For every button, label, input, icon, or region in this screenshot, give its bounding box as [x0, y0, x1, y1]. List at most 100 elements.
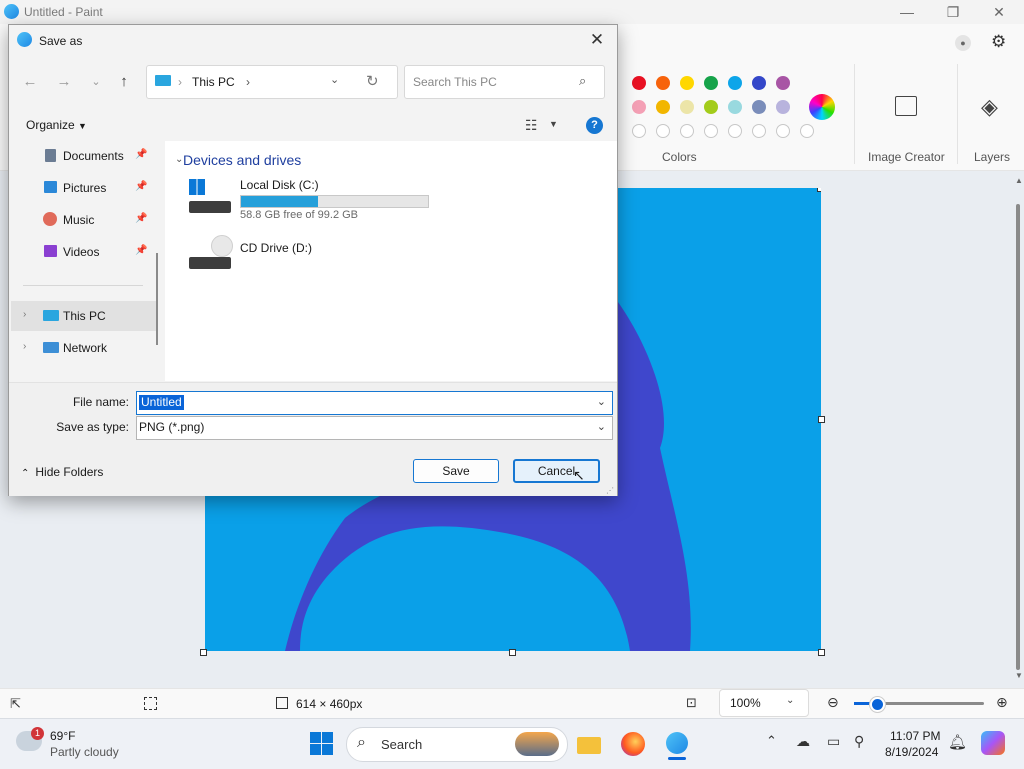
view-options-icon[interactable]: ☷ — [525, 117, 538, 134]
weather-desc[interactable]: Partly cloudy — [50, 745, 119, 759]
address-location[interactable]: This PC — [192, 75, 235, 89]
layers-label[interactable]: Layers — [974, 150, 1010, 164]
expand-chevron-icon[interactable]: › — [23, 309, 26, 320]
address-separator: › — [178, 75, 182, 89]
zoom-slider-thumb[interactable] — [870, 697, 885, 712]
nav-item-documents[interactable]: Documents 📌 — [11, 141, 149, 171]
drive-c-item[interactable] — [187, 177, 231, 215]
resize-handle[interactable] — [817, 188, 821, 192]
help-icon[interactable]: ? — [586, 117, 603, 134]
dialog-close-button[interactable]: ✕ — [583, 27, 611, 53]
copilot-icon[interactable] — [981, 731, 1005, 755]
color-swatch[interactable] — [632, 100, 646, 114]
color-swatch[interactable] — [704, 100, 718, 114]
resize-handle[interactable] — [509, 649, 516, 656]
drive-d-item[interactable] — [187, 233, 233, 269]
color-swatch[interactable] — [728, 100, 742, 114]
taskbar-search-box[interactable]: ⌕ Search — [346, 727, 568, 762]
color-swatch[interactable] — [776, 100, 790, 114]
dialog-command-bar: Organize ▼ ☷ ▼ ? — [9, 113, 617, 139]
search-box[interactable]: Search This PC ⌕ — [404, 65, 605, 99]
cancel-button[interactable]: Cancel — [513, 459, 600, 483]
color-swatch[interactable] — [704, 76, 718, 90]
hide-folders-button[interactable]: ⌃ Hide Folders — [21, 465, 103, 479]
color-swatch[interactable] — [656, 100, 670, 114]
color-swatch[interactable] — [632, 124, 646, 138]
color-swatch[interactable] — [632, 76, 646, 90]
scrollbar-thumb[interactable] — [1016, 204, 1020, 670]
canvas-vertical-scrollbar[interactable]: ▲ ▼ — [1013, 176, 1023, 681]
network-status-icon[interactable]: ⚲ — [854, 733, 864, 750]
resize-handle[interactable] — [818, 649, 825, 656]
image-creator-label[interactable]: Image Creator — [868, 150, 945, 164]
show-hidden-icons-chevron-icon[interactable]: ⌃ — [766, 733, 777, 749]
up-arrow-icon[interactable]: ↑ — [113, 73, 135, 93]
resize-handle[interactable] — [200, 649, 207, 656]
address-history-chevron-icon[interactable]: ⌄ — [330, 73, 339, 86]
fit-to-window-icon[interactable]: ⊡ — [686, 695, 697, 711]
nav-item-pictures[interactable]: Pictures 📌 — [11, 173, 149, 203]
view-options-chevron-icon[interactable]: ▼ — [549, 119, 558, 129]
drive-d-name[interactable]: CD Drive (D:) — [240, 241, 312, 255]
filename-history-chevron-icon[interactable]: ⌄ — [597, 395, 606, 408]
color-swatch[interactable] — [704, 124, 718, 138]
color-swatch[interactable] — [752, 100, 766, 114]
weather-temp[interactable]: 69°F — [50, 729, 75, 743]
nav-item-network[interactable]: › Network — [11, 333, 149, 363]
savetype-chevron-icon[interactable]: ⌄ — [597, 420, 606, 433]
section-header-devices[interactable]: Devices and drives — [183, 152, 301, 168]
color-swatch[interactable] — [680, 124, 694, 138]
drive-c-usage-fill — [241, 196, 318, 207]
address-bar[interactable]: › This PC › ⌄ ↻ — [146, 65, 398, 99]
maximize-button[interactable]: ❐ — [930, 2, 976, 22]
savetype-select[interactable]: PNG (*.png) ⌄ — [136, 416, 613, 440]
filename-value[interactable]: Untitled — [139, 395, 184, 410]
color-swatch[interactable] — [800, 124, 814, 138]
color-swatch[interactable] — [752, 124, 766, 138]
drive-c-name[interactable]: Local Disk (C:) — [240, 178, 319, 192]
clock-time[interactable]: 11:07 PM — [890, 729, 940, 743]
back-arrow-icon[interactable]: ← — [19, 73, 41, 93]
zoom-level-select[interactable]: 100% ⌄ — [719, 689, 809, 717]
nav-item-this-pc[interactable]: › This PC — [11, 301, 156, 331]
refresh-icon[interactable]: ↻ — [366, 72, 379, 90]
zoom-in-icon[interactable]: ⊕ — [996, 694, 1008, 711]
firefox-icon[interactable] — [618, 729, 648, 759]
forward-arrow-icon[interactable]: → — [53, 73, 75, 93]
image-creator-icon[interactable] — [895, 96, 917, 116]
save-button[interactable]: Save — [413, 459, 499, 483]
color-swatch[interactable] — [728, 124, 742, 138]
color-swatch[interactable] — [680, 76, 694, 90]
nav-item-videos[interactable]: Videos 📌 — [11, 237, 149, 267]
color-swatch[interactable] — [728, 76, 742, 90]
layers-icon[interactable]: ◈ — [981, 94, 998, 120]
expand-chevron-icon[interactable]: › — [23, 341, 26, 352]
recent-locations-chevron-icon[interactable]: ⌄ — [85, 75, 107, 95]
nav-item-music[interactable]: Music 📌 — [11, 205, 149, 235]
file-explorer-icon[interactable] — [574, 729, 604, 759]
navigation-pane-scrollbar[interactable] — [156, 253, 158, 345]
color-swatch[interactable] — [776, 124, 790, 138]
settings-gear-icon[interactable]: ⚙ — [991, 32, 1006, 52]
minimize-button[interactable]: — — [884, 2, 930, 22]
filename-input[interactable]: Untitled ⌄ — [136, 391, 613, 415]
color-swatch[interactable] — [656, 124, 670, 138]
display-icon[interactable]: ▭ — [827, 733, 840, 750]
color-swatch[interactable] — [656, 76, 670, 90]
start-windows-icon[interactable] — [308, 729, 338, 759]
clock-date[interactable]: 8/19/2024 — [885, 745, 938, 759]
onedrive-icon[interactable]: ☁ — [796, 733, 810, 750]
notification-bell-icon[interactable]: 🔔︎ — [948, 733, 967, 751]
zoom-out-icon[interactable]: ⊖ — [827, 694, 839, 711]
color-wheel-icon[interactable] — [809, 94, 835, 120]
search-icon: ⌕ — [357, 734, 366, 751]
organize-button[interactable]: Organize ▼ — [26, 118, 87, 132]
account-icon[interactable]: ● — [955, 35, 971, 51]
color-swatch[interactable] — [776, 76, 790, 90]
color-swatch[interactable] — [680, 100, 694, 114]
color-swatch[interactable] — [752, 76, 766, 90]
resize-handle[interactable] — [818, 416, 825, 423]
close-button[interactable]: ✕ — [976, 2, 1022, 22]
resize-grip-icon[interactable]: ⋰ — [606, 486, 614, 495]
paint-taskbar-icon[interactable] — [662, 729, 692, 760]
